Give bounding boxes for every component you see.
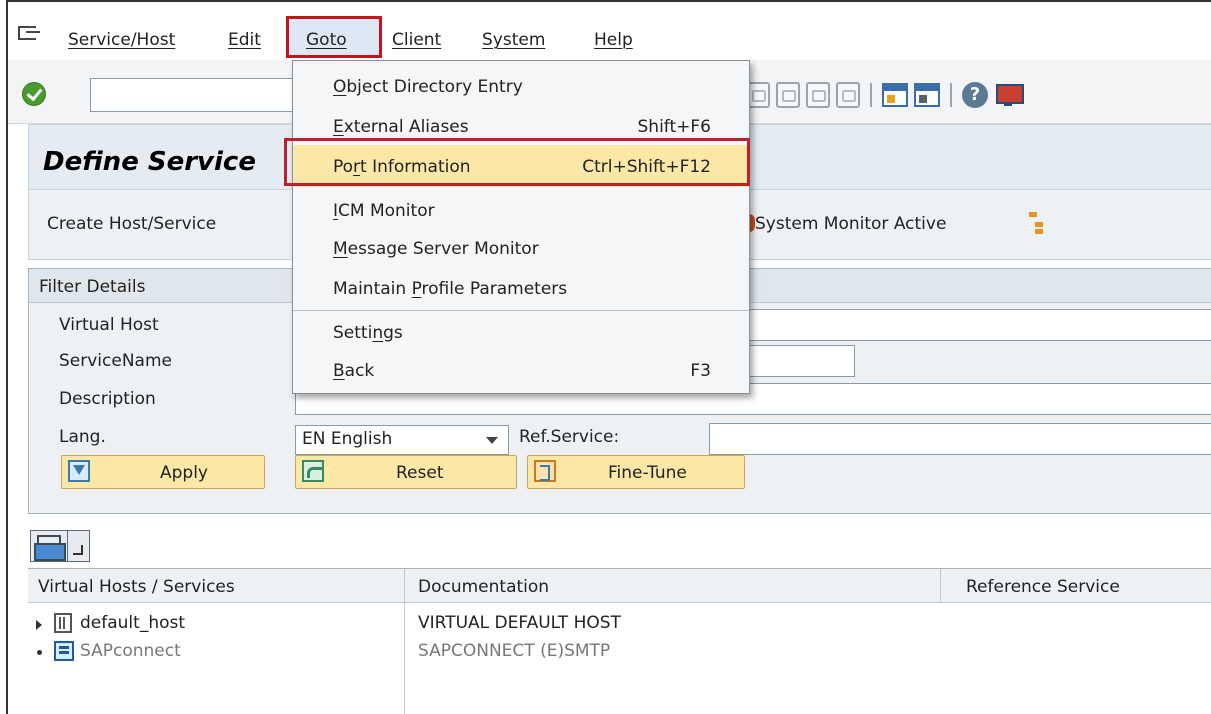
column-header[interactable]: Reference Service xyxy=(966,577,1120,597)
reset-icon xyxy=(302,460,324,482)
system-monitor-button[interactable]: System Monitor Active xyxy=(755,214,946,234)
customize-layout-icon[interactable] xyxy=(994,82,1024,108)
dropdown-arrow-icon xyxy=(486,437,498,444)
menu-item-external-aliases[interactable]: External Aliases Shift+F6 xyxy=(293,107,749,145)
previous-page-icon[interactable] xyxy=(776,82,800,108)
ref-service-label: Ref.Service: xyxy=(519,427,620,447)
last-page-icon[interactable] xyxy=(836,82,860,108)
page-title: Define Service xyxy=(43,147,256,177)
apply-button[interactable]: Apply xyxy=(61,455,265,489)
language-value: EN English xyxy=(302,429,393,449)
new-session-icon[interactable] xyxy=(882,83,908,107)
help-icon[interactable]: ? xyxy=(962,82,988,108)
menu-help[interactable]: Help xyxy=(594,30,633,50)
list-toolbar xyxy=(30,530,90,564)
menu-client[interactable]: Client xyxy=(392,30,441,50)
menu-item-shortcut: Shift+F6 xyxy=(637,117,711,137)
create-host-service-button[interactable]: Create Host/Service xyxy=(47,214,216,234)
enter-check-icon[interactable] xyxy=(22,82,46,106)
menu-edit[interactable]: Edit xyxy=(228,30,261,50)
filter-title: Filter Details xyxy=(39,277,146,297)
goto-dropdown-menu: Object Directory Entry External Aliases … xyxy=(292,60,750,394)
menu-item-label: Message Server Monitor xyxy=(333,239,539,259)
language-select[interactable]: EN English xyxy=(295,425,509,455)
menu-item-label: Port Information xyxy=(333,157,471,177)
table-header: Virtual Hosts / Services Documentation R… xyxy=(28,569,1211,603)
menu-item-label: Object Directory Entry xyxy=(333,77,523,97)
menu-item-label: External Aliases xyxy=(333,117,469,137)
table-row[interactable]: SAPconnect SAPCONNECT (E)SMTP xyxy=(28,637,1211,665)
menu-item-message-server-monitor[interactable]: Message Server Monitor xyxy=(293,229,749,267)
table-row[interactable]: default_host VIRTUAL DEFAULT HOST xyxy=(28,609,1211,637)
menu-item-icm-monitor[interactable]: ICM Monitor xyxy=(293,191,749,229)
sap-window: Service/Host Edit Goto Client System Hel… xyxy=(6,0,1211,714)
fine-tune-icon xyxy=(534,460,556,482)
column-divider xyxy=(940,569,941,603)
print-icon[interactable] xyxy=(30,530,68,562)
menu-system[interactable]: System xyxy=(482,30,545,50)
menu-item-shortcut: F3 xyxy=(690,361,711,381)
menu-item-object-directory-entry[interactable]: Object Directory Entry xyxy=(293,67,749,105)
virtual-host-label: Virtual Host xyxy=(59,315,159,335)
menu-item-label: Maintain Profile Parameters xyxy=(333,279,568,299)
menu-item-settings[interactable]: Settings xyxy=(293,313,749,351)
services-tree-table: Virtual Hosts / Services Documentation R… xyxy=(28,568,1211,714)
menu-item-label: Back xyxy=(333,361,375,381)
lang-label: Lang. xyxy=(59,427,106,447)
menu-bar: Service/Host Edit Goto Client System Hel… xyxy=(8,2,1211,58)
shortcut-icon[interactable] xyxy=(914,83,940,107)
menu-goto[interactable]: Goto xyxy=(306,30,347,50)
next-page-icon[interactable] xyxy=(806,82,830,108)
column-header[interactable]: Documentation xyxy=(418,577,549,597)
column-header[interactable]: Virtual Hosts / Services xyxy=(38,577,235,597)
menu-service-host[interactable]: Service/Host xyxy=(68,30,175,50)
print-dropdown-icon[interactable] xyxy=(68,530,90,562)
fine-tune-label: Fine-Tune xyxy=(608,463,687,483)
expand-arrow-icon[interactable] xyxy=(36,620,42,630)
menu-item-port-information[interactable]: Port Information Ctrl+Shift+F12 xyxy=(293,145,749,187)
menu-item-label: ICM Monitor xyxy=(333,201,435,221)
service-name-label: ServiceName xyxy=(59,351,172,371)
row-doc: SAPCONNECT (E)SMTP xyxy=(418,641,611,661)
toolbar-icons: ? xyxy=(746,80,1024,110)
command-field[interactable] xyxy=(90,78,300,112)
service-icon xyxy=(54,641,74,661)
hierarchy-icon[interactable] xyxy=(1029,212,1045,234)
menu-item-back[interactable]: Back F3 xyxy=(293,351,749,389)
menu-item-label: Settings xyxy=(333,323,403,343)
fine-tune-button[interactable]: Fine-Tune xyxy=(527,455,745,489)
ref-service-input[interactable] xyxy=(709,423,1211,455)
reset-button[interactable]: Reset xyxy=(295,455,517,489)
row-doc: VIRTUAL DEFAULT HOST xyxy=(418,613,621,633)
menu-icon[interactable] xyxy=(18,26,40,40)
menu-item-maintain-profile-parameters[interactable]: Maintain Profile Parameters xyxy=(293,269,749,307)
description-label: Description xyxy=(59,389,156,409)
filter-funnel-icon xyxy=(68,460,90,482)
toolbar-separator xyxy=(950,83,952,107)
row-name: SAPconnect xyxy=(80,641,181,661)
menu-item-shortcut: Ctrl+Shift+F12 xyxy=(582,157,711,177)
apply-label: Apply xyxy=(160,463,208,483)
bullet-icon xyxy=(37,650,42,655)
host-icon xyxy=(54,613,72,633)
toolbar-separator xyxy=(870,83,872,107)
menu-separator xyxy=(293,310,749,311)
reset-label: Reset xyxy=(396,463,444,483)
row-name: default_host xyxy=(80,613,186,633)
